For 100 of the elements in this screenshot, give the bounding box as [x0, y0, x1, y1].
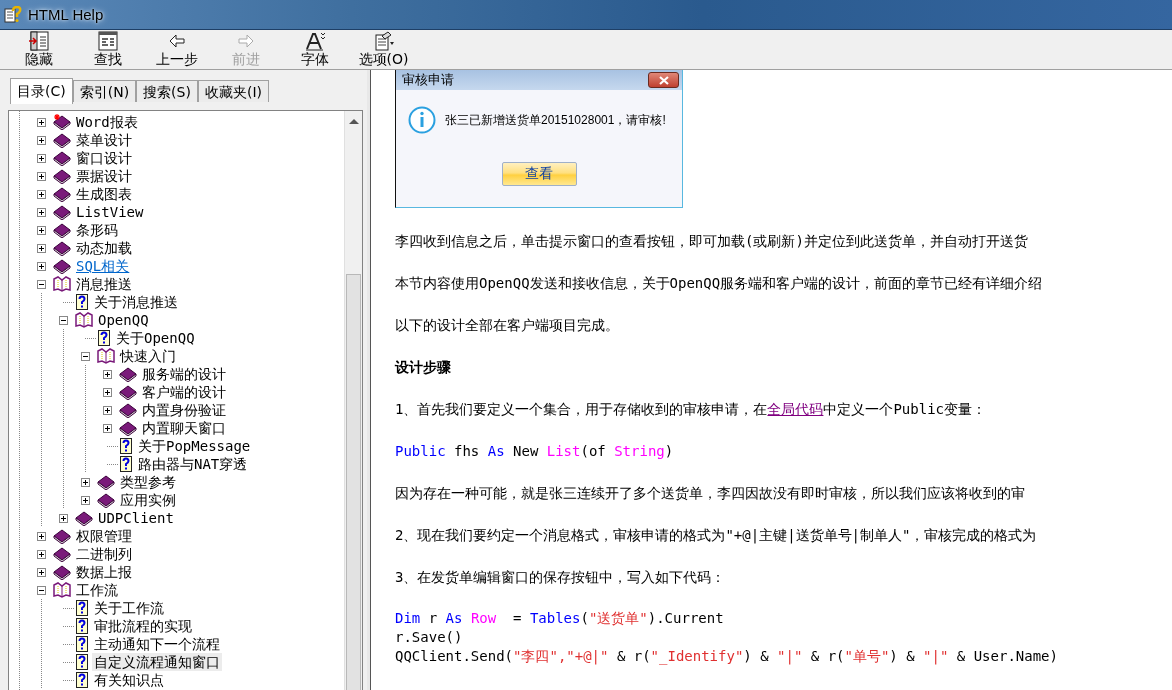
expand-toggle[interactable] — [37, 207, 46, 217]
tree-item[interactable]: UDPClient — [96, 509, 176, 527]
navigation-tab[interactable]: 索引(N) — [72, 80, 137, 102]
tree-item[interactable]: 数据上报 — [74, 563, 134, 581]
expand-toggle[interactable] — [103, 387, 112, 397]
tree-item[interactable]: 内置身份验证 — [140, 401, 228, 419]
closed-book-icon — [53, 222, 71, 238]
tree-item[interactable]: 权限管理 — [74, 527, 134, 545]
closed-book-icon — [53, 204, 71, 220]
tree-item[interactable]: 审批流程的实现 — [92, 617, 194, 635]
tree-item[interactable]: 消息推送 — [74, 275, 134, 293]
tree-item[interactable]: 工作流 — [74, 581, 120, 599]
tree-item[interactable]: 二进制列 — [74, 545, 134, 563]
font-icon — [303, 31, 326, 51]
vertical-scrollbar[interactable] — [344, 111, 362, 690]
tree-item[interactable]: 关于消息推送 — [92, 293, 180, 311]
paragraph: 本节内容使用OpenQQ发送和接收信息，关于OpenQQ服务端和客户端的设计，前面的章节已经有详细介绍 — [395, 274, 1044, 293]
scroll-up-icon[interactable] — [348, 118, 359, 124]
paragraph: 3、在发货单编辑窗口的保存按钮中，写入如下代码： — [395, 568, 727, 587]
tree-item[interactable]: 路由器与NAT穿透 — [136, 455, 250, 473]
tree-item[interactable]: 窗口设计 — [74, 149, 134, 167]
tree-item[interactable]: 菜单设计 — [74, 131, 134, 149]
expand-toggle[interactable] — [103, 423, 112, 433]
expand-toggle[interactable] — [37, 225, 46, 235]
help-page-icon — [119, 438, 133, 454]
view-button[interactable]: 查看 — [501, 162, 577, 186]
closed-book-icon — [53, 186, 71, 202]
closed-book-icon — [75, 510, 93, 526]
tree-item[interactable]: 关于工作流 — [92, 599, 166, 617]
tree-item[interactable]: ListView — [74, 203, 146, 221]
tree-item[interactable]: 有关知识点 — [92, 671, 166, 689]
tree-item[interactable]: 生成图表 — [74, 185, 134, 203]
tree-item[interactable]: 条形码 — [74, 221, 120, 239]
closed-book-icon — [119, 384, 137, 400]
tree-item[interactable]: 关于PopMessage — [136, 437, 253, 455]
paragraph: 李四收到信息之后，单击提示窗口的查看按钮，即可加载(或刷新)并定位到此送货单，并自动打开送货 — [395, 232, 1029, 251]
paragraph: 因为存在一种可能，就是张三连续开了多个送货单，李四因故没有即时审核，所以我们应该将收到的审 — [395, 484, 1026, 503]
closed-book-icon — [53, 546, 71, 562]
expand-toggle[interactable] — [37, 189, 46, 199]
tree-item[interactable]: OpenQQ — [96, 311, 151, 329]
expand-toggle[interactable] — [103, 369, 112, 379]
hide-toolbar-button[interactable]: 隐藏 — [4, 30, 73, 68]
tree-item[interactable]: 客户端的设计 — [140, 383, 228, 401]
find-toolbar-button[interactable]: 查找 — [73, 30, 142, 68]
expand-toggle[interactable] — [37, 531, 46, 541]
expand-toggle[interactable] — [81, 495, 90, 505]
navigation-tab[interactable]: 搜索(S) — [136, 80, 198, 102]
expand-toggle[interactable] — [37, 261, 46, 271]
help-page-icon — [75, 636, 89, 652]
tree-item[interactable]: 快速入门 — [118, 347, 178, 365]
help-book-icon — [4, 5, 22, 24]
open-book-icon — [97, 348, 115, 364]
help-page-icon — [75, 654, 89, 670]
closed-book-icon — [53, 258, 71, 274]
expand-toggle[interactable] — [37, 171, 46, 181]
collapse-toggle[interactable] — [81, 351, 90, 361]
expand-toggle[interactable] — [37, 549, 46, 559]
tree-item[interactable]: 关于OpenQQ — [114, 329, 197, 347]
closed-book-icon — [53, 528, 71, 544]
expand-toggle[interactable] — [37, 135, 46, 145]
tree-item[interactable]: 自定义流程通知窗口 — [92, 653, 222, 671]
collapse-toggle[interactable] — [37, 279, 46, 289]
expand-toggle[interactable] — [37, 117, 46, 127]
link[interactable]: 全局代码 — [767, 401, 824, 417]
closed-book-icon — [119, 420, 137, 436]
expand-toggle[interactable] — [81, 477, 90, 487]
hide-pane-icon — [27, 31, 50, 51]
collapse-toggle[interactable] — [59, 315, 68, 325]
tree-item[interactable]: 类型参考 — [118, 473, 178, 491]
tree-item[interactable]: 内置聊天窗口 — [140, 419, 228, 437]
tree-item[interactable]: 应用实例 — [118, 491, 178, 509]
expand-toggle[interactable] — [37, 567, 46, 577]
tree-item[interactable]: 动态加载 — [74, 239, 134, 257]
back-toolbar-button[interactable]: 上一步 — [142, 30, 211, 68]
scrollbar-thumb[interactable] — [346, 274, 361, 690]
tree-item[interactable]: Word报表 — [74, 113, 140, 131]
collapse-toggle[interactable] — [37, 585, 46, 595]
close-icon[interactable] — [657, 75, 670, 85]
closed-book-icon — [53, 132, 71, 148]
expand-toggle[interactable] — [59, 513, 68, 523]
closed-book-icon — [97, 474, 115, 490]
tree-item[interactable]: 主动通知下一个流程 — [92, 635, 222, 653]
closed-book-icon — [97, 492, 115, 508]
font-toolbar-button[interactable]: 字体 — [280, 30, 349, 68]
tree-item[interactable]: 服务端的设计 — [140, 365, 228, 383]
help-page-icon — [97, 330, 111, 346]
close-button[interactable] — [648, 72, 679, 88]
closed-book-icon — [53, 240, 71, 256]
expand-toggle[interactable] — [37, 153, 46, 163]
code-line: Public fhs As New List(of String) — [395, 442, 675, 461]
open-book-icon — [53, 582, 71, 598]
options-toolbar-button[interactable]: 选项(O) — [349, 30, 418, 68]
navigation-tab[interactable]: 目录(C) — [10, 78, 73, 104]
expand-toggle[interactable] — [37, 243, 46, 253]
expand-toggle[interactable] — [103, 405, 112, 415]
navigation-tab[interactable]: 收藏夹(I) — [197, 80, 269, 102]
closed-book-icon — [53, 150, 71, 166]
tree-item[interactable]: SQL相关 — [74, 257, 132, 275]
tree-item[interactable]: 票据设计 — [74, 167, 134, 185]
dialog-title: 审核申请 — [402, 71, 454, 89]
